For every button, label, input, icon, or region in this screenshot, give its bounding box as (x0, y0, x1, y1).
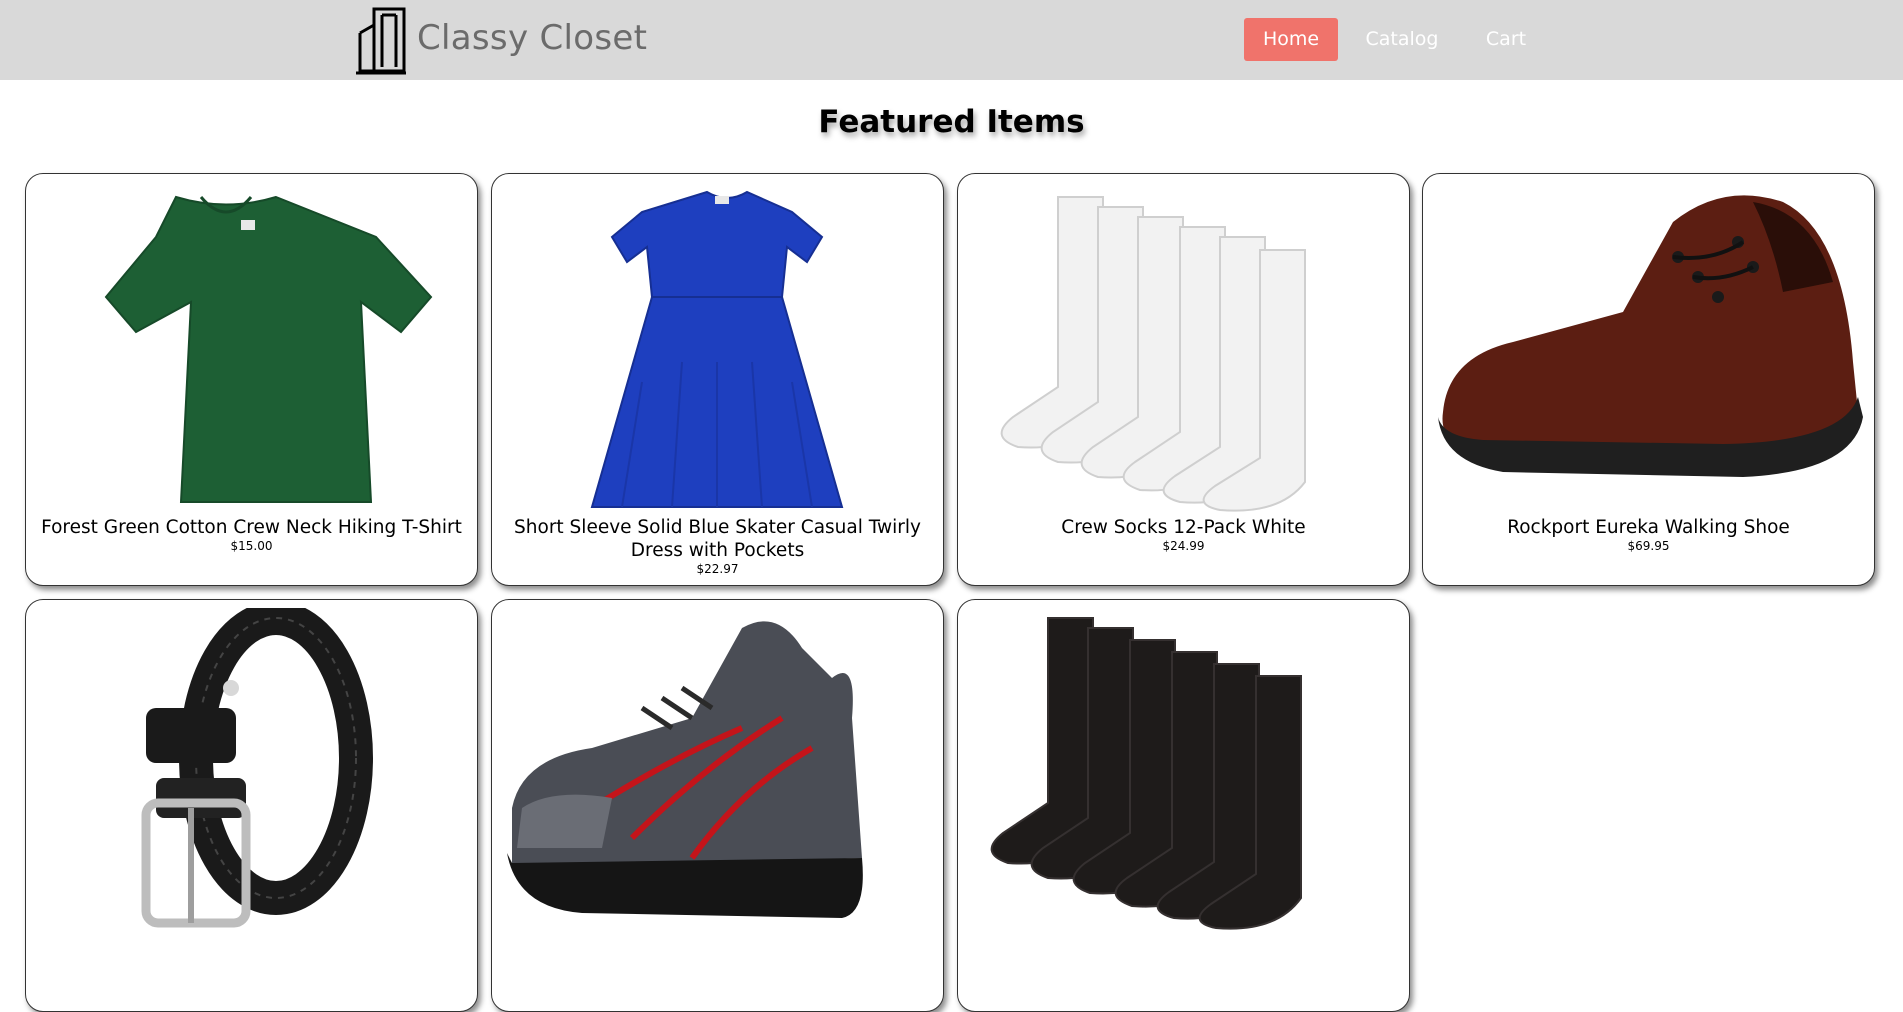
closet-logo-icon[interactable] (352, 5, 408, 75)
product-price: $15.00 (230, 539, 273, 553)
product-price: $69.95 (1627, 539, 1670, 553)
product-card-dress[interactable]: Short Sleeve Solid Blue Skater Casual Tw… (491, 173, 944, 586)
product-card-black-socks[interactable] (957, 599, 1410, 1012)
black-socks-image (958, 608, 1409, 938)
product-card-brown-shoe[interactable]: Rockport Eureka Walking Shoe $69.95 (1422, 173, 1875, 586)
product-price: $22.97 (696, 562, 739, 576)
brand-name[interactable]: Classy Closet (417, 18, 647, 58)
nav-catalog-link[interactable]: Catalog (1360, 18, 1444, 61)
blue-dress-image (492, 182, 943, 512)
nav-home-link[interactable]: Home (1244, 18, 1338, 61)
page-title: Featured Items (818, 104, 1085, 140)
product-name[interactable]: Rockport Eureka Walking Shoe (1429, 516, 1868, 539)
brown-shoe-image (1423, 182, 1874, 512)
black-braided-belt-image (26, 608, 477, 938)
product-card-white-socks[interactable]: Crew Socks 12-Pack White $24.99 (957, 173, 1410, 586)
product-name[interactable]: Short Sleeve Solid Blue Skater Casual Tw… (498, 516, 937, 562)
product-card-tshirt[interactable]: Forest Green Cotton Crew Neck Hiking T-S… (25, 173, 478, 586)
product-card-sneaker[interactable] (491, 599, 944, 1012)
top-navbar: Classy Closet Home Catalog Cart (0, 0, 1903, 80)
green-tshirt-image (26, 182, 477, 512)
product-card-belt[interactable] (25, 599, 478, 1012)
product-name[interactable]: Crew Socks 12-Pack White (964, 516, 1403, 539)
nav-cart-link[interactable]: Cart (1478, 18, 1534, 61)
white-socks-image (958, 182, 1409, 512)
gray-red-sneaker-image (492, 608, 943, 938)
product-name[interactable]: Forest Green Cotton Crew Neck Hiking T-S… (32, 516, 471, 539)
product-price: $24.99 (1162, 539, 1205, 553)
